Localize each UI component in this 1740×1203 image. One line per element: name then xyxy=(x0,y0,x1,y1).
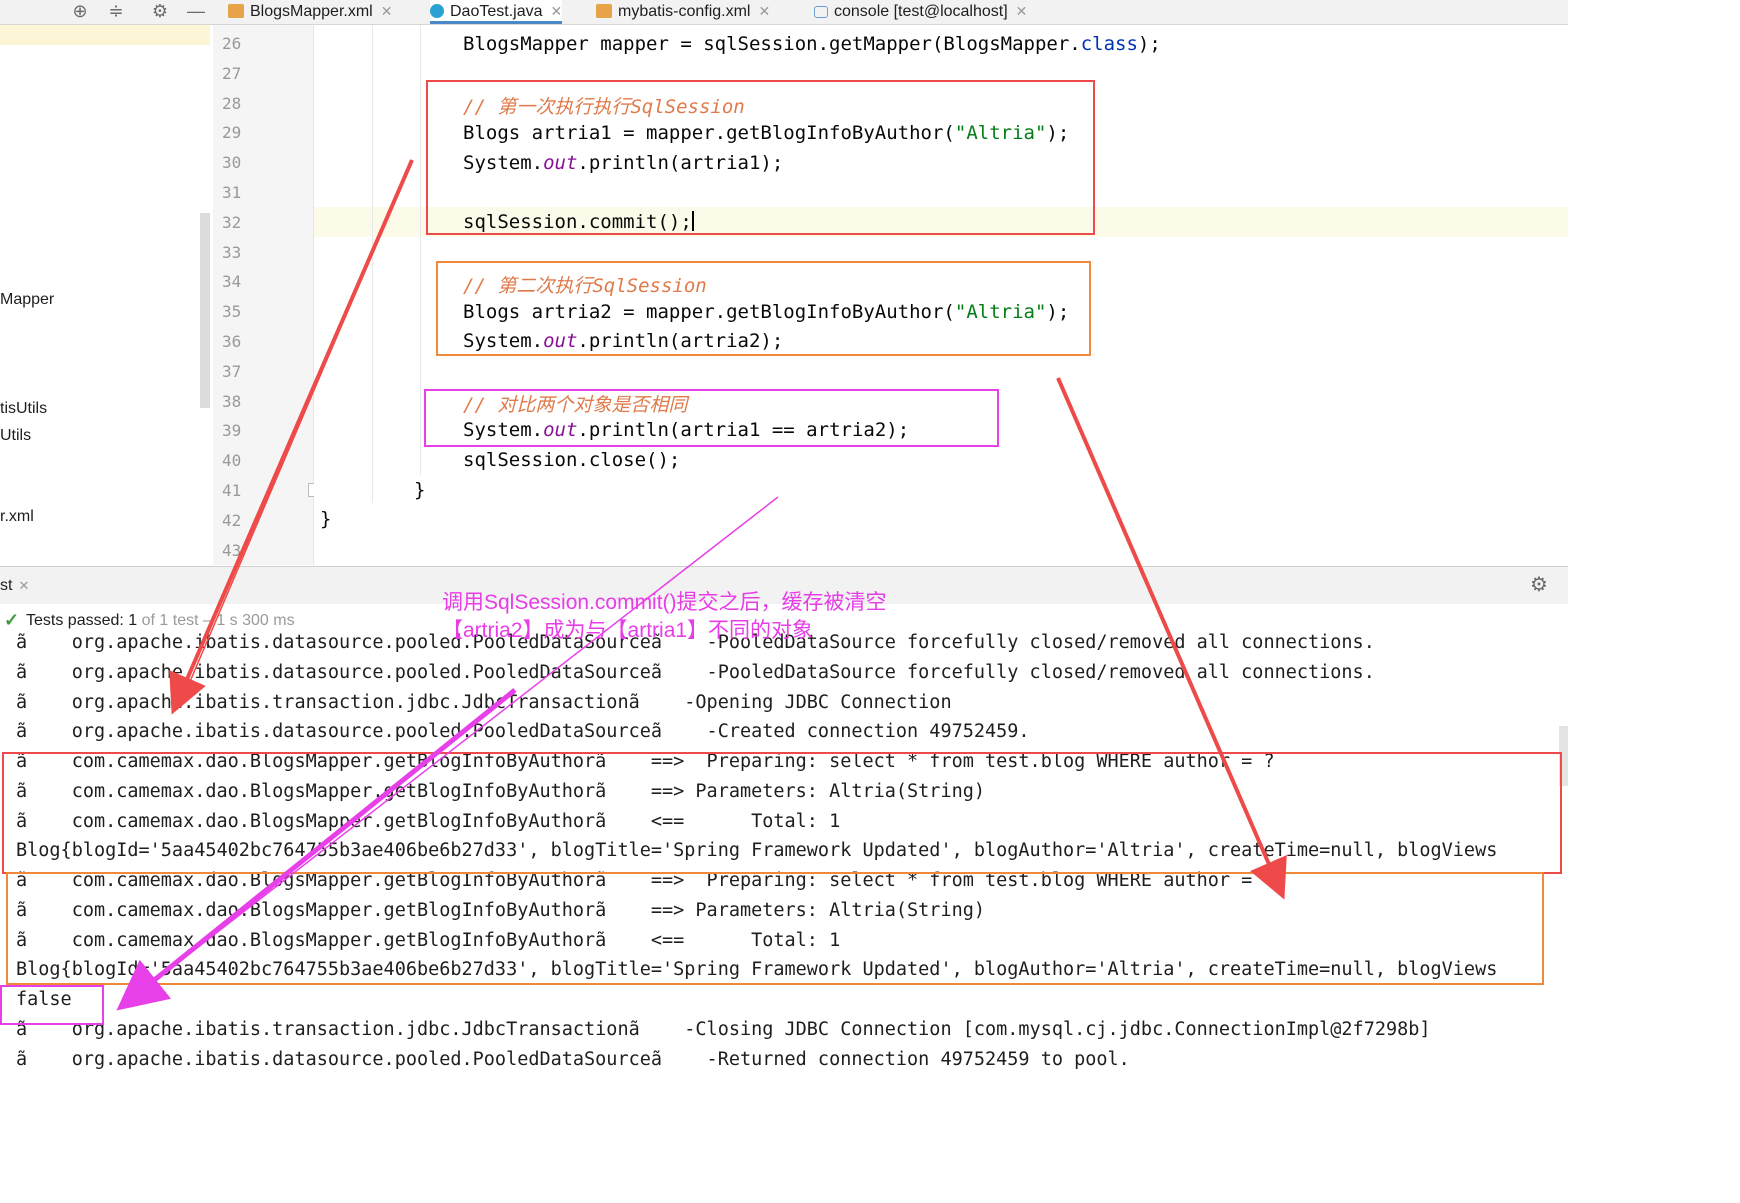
line-number: 36 xyxy=(222,332,242,351)
test-status-text: Tests passed: 1 of 1 test – 1 s 300 ms xyxy=(26,612,295,630)
code-line-40: sqlSession.close(); xyxy=(463,449,681,471)
line-number: 38 xyxy=(222,391,242,411)
compare-box xyxy=(424,389,999,447)
line-number: 32 xyxy=(222,212,242,232)
gear-icon[interactable]: ⚙ xyxy=(148,0,172,24)
first-query-box xyxy=(2,752,1562,874)
editor-tab-bar: ⊕ ≑ ⚙ — BlogsMapper.xml ✕ DaoTest.java ✕ m… xyxy=(0,0,1568,25)
line-number: 31 xyxy=(222,183,242,202)
line-number: 30 xyxy=(222,153,242,173)
tab-label: mybatis-config.xml xyxy=(618,3,751,20)
line-number: 41 xyxy=(222,481,242,500)
run-tab[interactable]: st ✕ xyxy=(0,577,29,595)
line-number: 42 xyxy=(222,510,242,530)
gear-icon[interactable]: ⚙ xyxy=(1530,572,1548,597)
selected-row xyxy=(0,25,210,45)
console-line: ã org.apache.ibatis.transaction.jdbc.Jdb… xyxy=(16,691,952,713)
console-line: ã org.apache.ibatis.transaction.jdbc.Jdb… xyxy=(16,1018,1431,1040)
indent-guide xyxy=(420,25,421,475)
tab-label: BlogsMapper.xml xyxy=(250,3,373,20)
code-line-26: BlogsMapper mapper = sqlSession.getMappe… xyxy=(463,33,1161,55)
code-line-41: } xyxy=(414,479,426,501)
console-line: ã org.apache.ibatis.datasource.pooled.Po… xyxy=(16,721,1030,743)
line-number: 37 xyxy=(222,361,242,381)
run-tab-label: st xyxy=(0,577,13,594)
database-console-icon xyxy=(814,6,828,18)
close-icon[interactable]: ✕ xyxy=(1016,3,1028,19)
line-number: 40 xyxy=(222,451,242,471)
project-item-mapper[interactable]: Mapper xyxy=(0,291,54,309)
line-number: 28 xyxy=(222,93,242,113)
minimize-icon[interactable]: — xyxy=(184,0,208,24)
indent-guide xyxy=(372,25,373,503)
first-session-box xyxy=(426,80,1095,235)
close-icon[interactable]: ✕ xyxy=(381,3,393,19)
tab-blogsmapper-xml[interactable]: BlogsMapper.xml ✕ xyxy=(228,0,392,24)
line-number: 35 xyxy=(222,302,242,322)
annotation-line-1: 调用SqlSession.commit()提交之后，缓存被清空 xyxy=(442,591,887,614)
close-icon[interactable]: ✕ xyxy=(551,3,563,19)
xml-file-icon xyxy=(228,4,244,18)
project-item-utils[interactable]: Utils xyxy=(0,427,31,445)
tab-label: DaoTest.java xyxy=(450,3,543,20)
project-scrollbar[interactable] xyxy=(200,213,210,408)
check-icon: ✓ xyxy=(4,610,20,630)
false-result-box xyxy=(0,985,104,1025)
line-number: 39 xyxy=(222,421,242,441)
console-line: ã org.apache.ibatis.datasource.pooled.Po… xyxy=(16,1048,1130,1070)
second-query-box xyxy=(6,872,1544,985)
tab-mybatis-config-xml[interactable]: mybatis-config.xml ✕ xyxy=(596,0,770,24)
console-line: ã org.apache.ibatis.datasource.pooled.Po… xyxy=(16,661,1375,683)
java-class-icon xyxy=(430,4,444,18)
collapse-all-icon[interactable]: ≑ xyxy=(104,0,128,24)
code-line-42: } xyxy=(320,508,332,530)
annotation-line-2: 【artria2】成为与【artria1】不同的对象 xyxy=(442,619,814,642)
tab-console[interactable]: console [test@localhost] ✕ xyxy=(814,0,1027,24)
line-number: 26 xyxy=(222,34,242,53)
tests-passed-label: Tests passed: 1 xyxy=(26,612,138,629)
project-item-xml[interactable]: r.xml xyxy=(0,508,34,526)
tests-summary: of 1 test – 1 s 300 ms xyxy=(141,612,295,629)
line-number: 33 xyxy=(222,242,242,262)
ide-window: ⊕ ≑ ⚙ — BlogsMapper.xml ✕ DaoTest.java ✕ m… xyxy=(0,0,1568,1085)
second-session-box xyxy=(436,261,1091,356)
close-icon[interactable]: ✕ xyxy=(758,3,770,19)
crosshair-icon[interactable]: ⊕ xyxy=(68,0,92,24)
close-icon[interactable]: ✕ xyxy=(18,578,29,593)
line-number: 34 xyxy=(222,272,242,292)
line-number: 27 xyxy=(222,63,242,83)
xml-file-icon xyxy=(596,4,612,18)
tab-label: console [test@localhost] xyxy=(834,3,1008,20)
tab-daotest-java[interactable]: DaoTest.java ✕ xyxy=(430,0,563,24)
line-number: 43 xyxy=(222,540,242,560)
project-panel: Mapper tisUtils Utils r.xml xyxy=(0,25,214,565)
line-number: 29 xyxy=(222,123,242,143)
project-item-mybatisutils[interactable]: tisUtils xyxy=(0,400,47,418)
